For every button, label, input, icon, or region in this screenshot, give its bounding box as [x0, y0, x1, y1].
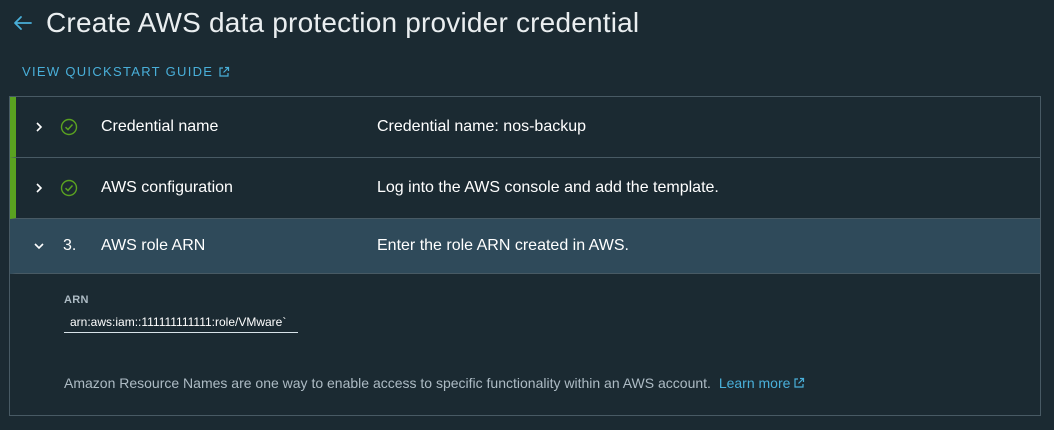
step-number: 3.: [63, 237, 77, 254]
step-aws-configuration[interactable]: AWS configuration Log into the AWS conso…: [10, 158, 1040, 219]
page: Create AWS data protection provider cred…: [0, 0, 1054, 430]
chevron-right-icon: [32, 120, 46, 134]
chevron-right-icon: [32, 181, 46, 195]
learn-more-link[interactable]: Learn more: [719, 375, 806, 391]
chevron-down-icon: [32, 239, 46, 253]
learn-more-label: Learn more: [718, 375, 791, 391]
check-circle-icon: [60, 179, 78, 197]
step-summary: Log into the AWS console and add the tem…: [377, 179, 719, 196]
quickstart-guide-label: VIEW QUICKSTART GUIDE: [22, 64, 214, 79]
page-header: Create AWS data protection provider cred…: [10, 6, 639, 40]
step-summary: Credential name: nos-backup: [377, 118, 587, 135]
back-button[interactable]: [10, 10, 36, 36]
helper-text: Amazon Resource Names are one way to ena…: [64, 375, 805, 392]
arrow-left-icon: [14, 16, 32, 30]
step-summary: Enter the role ARN created in AWS.: [377, 237, 629, 254]
stepper: Credential name Credential name: nos-bac…: [9, 96, 1041, 416]
quickstart-guide-link[interactable]: VIEW QUICKSTART GUIDE: [22, 64, 230, 79]
check-circle-icon: [60, 118, 78, 136]
step-title: AWS role ARN: [101, 237, 206, 254]
external-link-icon: [793, 376, 805, 392]
helper-description: Amazon Resource Names are one way to ena…: [64, 375, 711, 391]
external-link-icon: [218, 66, 230, 78]
arn-label: ARN: [64, 294, 89, 306]
step-body: ARN Amazon Resource Names are one way to…: [10, 273, 1040, 415]
step-aws-role-arn[interactable]: 3. AWS role ARN Enter the role ARN creat…: [10, 219, 1040, 274]
step-title: Credential name: [101, 118, 219, 135]
arn-input[interactable]: [64, 311, 298, 333]
step-credential-name[interactable]: Credential name Credential name: nos-bac…: [10, 97, 1040, 158]
page-title: Create AWS data protection provider cred…: [46, 7, 640, 38]
step-title: AWS configuration: [101, 179, 233, 196]
